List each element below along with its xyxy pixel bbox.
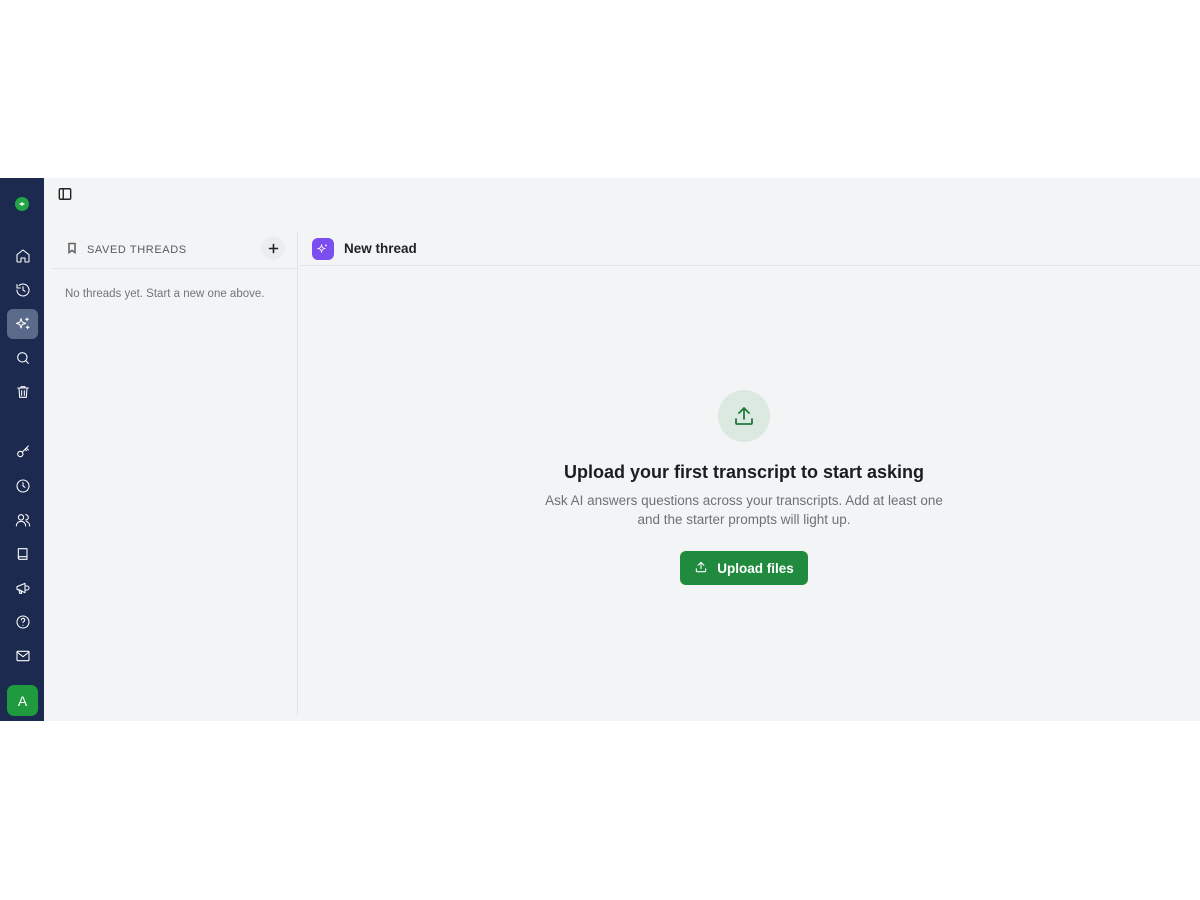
empty-state: Upload your first transcript to start as… — [299, 390, 1189, 585]
help-icon[interactable] — [7, 607, 38, 637]
empty-state-description: Ask AI answers questions across your tra… — [545, 493, 943, 527]
ai-sparkles-icon[interactable] — [7, 309, 38, 339]
users-icon[interactable] — [7, 505, 38, 535]
sidebar-toggle-icon[interactable] — [58, 187, 74, 203]
upload-files-label: Upload files — [717, 560, 794, 576]
saved-threads-header: SAVED THREADS — [52, 232, 297, 269]
chat-panel: New thread Upload your first transcript … — [299, 232, 1200, 715]
upload-files-button[interactable]: Upload files — [680, 551, 808, 585]
trash-icon[interactable] — [7, 377, 38, 407]
empty-state-title: Upload your first transcript to start as… — [563, 462, 925, 482]
chat-header: New thread — [299, 232, 1200, 266]
new-thread-button[interactable] — [261, 236, 285, 260]
saved-threads-title: SAVED THREADS — [87, 244, 187, 256]
key-icon[interactable] — [7, 437, 38, 467]
upload-icon — [718, 390, 770, 442]
icon-rail: A — [0, 178, 44, 721]
app-window: A SAVED THREADS No threads yet. Start a … — [0, 178, 1200, 721]
plus-icon — [268, 243, 278, 253]
saved-threads-panel: SAVED THREADS No threads yet. Start a ne… — [52, 232, 298, 715]
upload-button-icon — [694, 560, 708, 577]
clock-icon[interactable] — [7, 471, 38, 501]
threads-empty-text: No threads yet. Start a new one above. — [65, 288, 265, 300]
mail-icon[interactable] — [7, 641, 38, 671]
home-icon[interactable] — [7, 241, 38, 271]
main-area: SAVED THREADS No threads yet. Start a ne… — [44, 178, 1200, 721]
history-icon[interactable] — [7, 275, 38, 305]
search-icon[interactable] — [7, 343, 38, 373]
megaphone-icon[interactable] — [7, 573, 38, 603]
sparkles-icon — [312, 237, 334, 260]
avatar[interactable]: A — [7, 685, 38, 716]
thread-title: New thread — [344, 241, 417, 256]
logo-icon[interactable] — [15, 197, 29, 211]
book-icon[interactable] — [7, 539, 38, 569]
bookmark-icon — [66, 241, 78, 259]
